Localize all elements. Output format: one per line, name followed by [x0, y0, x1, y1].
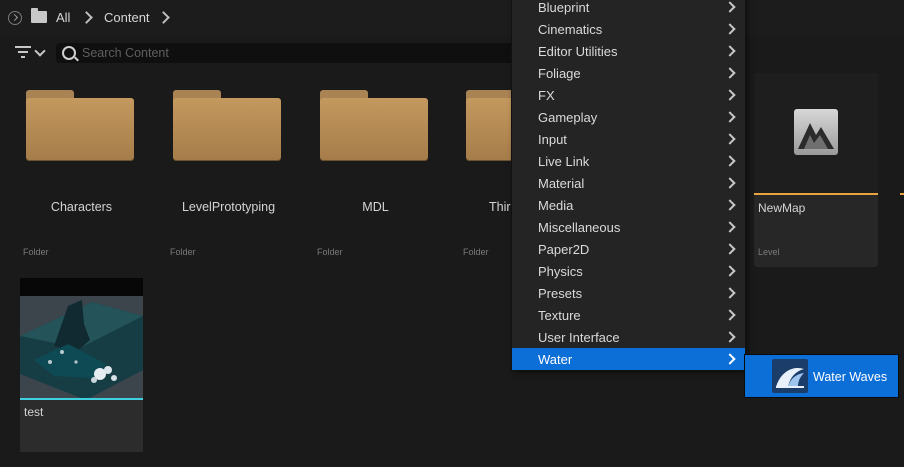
folder-icon	[466, 90, 512, 160]
menu-item-label: Physics	[538, 264, 583, 279]
asset-name: NewMap	[758, 201, 806, 215]
folder-name: Thir	[489, 200, 511, 214]
menu-item-label: Material	[538, 176, 585, 191]
menu-item-input[interactable]: Input	[512, 128, 745, 150]
menu-item-label: Presets	[538, 286, 583, 301]
submenu-item-water-waves[interactable]: Water Waves	[745, 355, 898, 397]
menu-item-gameplay[interactable]: Gameplay	[512, 106, 745, 128]
chevron-right-icon	[724, 199, 736, 211]
chevron-right-icon	[724, 111, 736, 123]
menu-item-label: Media	[538, 198, 574, 213]
chevron-right-icon	[724, 287, 736, 299]
asset-thumbnail	[20, 278, 143, 398]
asset-tile-newmap[interactable]: NewMap Level	[754, 73, 878, 267]
menu-item-paper2d[interactable]: Paper2D	[512, 238, 745, 260]
chevron-right-icon	[724, 177, 736, 189]
chevron-right-icon[interactable]	[157, 11, 170, 24]
chevron-right-icon	[724, 133, 736, 145]
breadcrumb-content[interactable]: Content	[104, 10, 150, 25]
menu-item-label: FX	[538, 88, 555, 103]
folder-tile[interactable]: MDL Folder	[294, 73, 430, 267]
asset-type-color-bar	[20, 398, 143, 400]
menu-item-user-interface[interactable]: User Interface	[512, 326, 745, 348]
folder-tile[interactable]: Characters Folder	[0, 73, 136, 267]
folder-icon	[320, 90, 428, 160]
history-back-icon[interactable]	[8, 11, 22, 25]
menu-item-foliage[interactable]: Foliage	[512, 62, 745, 84]
folder-name: MDL	[362, 200, 389, 214]
menu-item-label: Texture	[538, 308, 581, 323]
level-map-icon	[794, 109, 838, 155]
asset-type-label: Folder	[463, 247, 489, 257]
chevron-right-icon	[724, 221, 736, 233]
chevron-right-icon	[724, 67, 736, 79]
asset-name: test	[24, 405, 44, 419]
folder-name: LevelPrototyping	[181, 200, 276, 214]
asset-type-label: Folder	[170, 247, 196, 257]
menu-item-miscellaneous[interactable]: Miscellaneous	[512, 216, 745, 238]
menu-item-label: Paper2D	[538, 242, 590, 257]
menu-item-live-link[interactable]: Live Link	[512, 150, 745, 172]
menu-item-label: Water	[538, 352, 573, 367]
menu-item-label: Miscellaneous	[538, 220, 621, 235]
chevron-right-icon	[724, 243, 736, 255]
chevron-right-icon	[724, 331, 736, 343]
asset-type-label: Folder	[23, 247, 49, 257]
menu-item-material[interactable]: Material	[512, 172, 745, 194]
menu-item-blueprint[interactable]: Blueprint	[512, 0, 745, 18]
menu-item-texture[interactable]: Texture	[512, 304, 745, 326]
folder-icon	[26, 90, 134, 160]
chevron-right-icon	[724, 1, 736, 13]
menu-item-cinematics[interactable]: Cinematics	[512, 18, 745, 40]
menu-item-media[interactable]: Media	[512, 194, 745, 216]
asset-type-color-bar	[900, 193, 904, 195]
chevron-right-icon[interactable]	[80, 11, 93, 24]
breadcrumb-all[interactable]: All	[56, 10, 70, 25]
chevron-right-icon	[724, 309, 736, 321]
folder-icon	[31, 8, 47, 23]
chevron-right-icon	[724, 23, 736, 35]
filter-icon[interactable]	[15, 46, 31, 58]
chevron-right-icon	[724, 155, 736, 167]
menu-item-label: Gameplay	[538, 110, 598, 125]
asset-tile-test[interactable]: test	[20, 278, 143, 452]
menu-item-water[interactable]: Water	[512, 348, 745, 370]
chevron-right-icon	[724, 265, 736, 277]
folder-name: Characters	[50, 200, 113, 214]
water-waves-icon	[772, 359, 808, 393]
chevron-right-icon	[724, 45, 736, 57]
folder-icon	[173, 90, 281, 160]
menu-item-label: Editor Utilities	[538, 44, 618, 59]
menu-item-fx[interactable]: FX	[512, 84, 745, 106]
search-icon	[62, 46, 76, 60]
folder-tile[interactable]: Thir Folder	[440, 73, 512, 267]
menu-item-label: Cinematics	[538, 22, 603, 37]
menu-item-label: Foliage	[538, 66, 581, 81]
menu-item-label: User Interface	[538, 330, 620, 345]
breadcrumb: All Content	[0, 0, 904, 36]
menu-item-label: Live Link	[538, 154, 590, 169]
menu-item-presets[interactable]: Presets	[512, 282, 745, 304]
folder-tile[interactable]: LevelPrototyping Folder	[147, 73, 283, 267]
search-input[interactable]	[82, 43, 512, 63]
submenu-item-label: Water Waves	[813, 370, 888, 384]
asset-thumbnail	[754, 73, 878, 193]
menu-item-label: Input	[538, 132, 567, 147]
menu-item-label: Blueprint	[538, 0, 590, 15]
menu-item-physics[interactable]: Physics	[512, 260, 745, 282]
asset-type-color-bar	[754, 193, 878, 195]
chevron-right-icon	[724, 89, 736, 101]
chevron-right-icon	[724, 353, 736, 365]
menu-item-editor-utilities[interactable]: Editor Utilities	[512, 40, 745, 62]
search-box[interactable]	[56, 43, 526, 63]
asset-type-label: Level	[758, 247, 780, 257]
chevron-down-icon[interactable]	[34, 45, 46, 57]
context-menu: Blueprint Cinematics Editor Utilities Fo…	[512, 0, 745, 370]
asset-type-label: Folder	[317, 247, 343, 257]
